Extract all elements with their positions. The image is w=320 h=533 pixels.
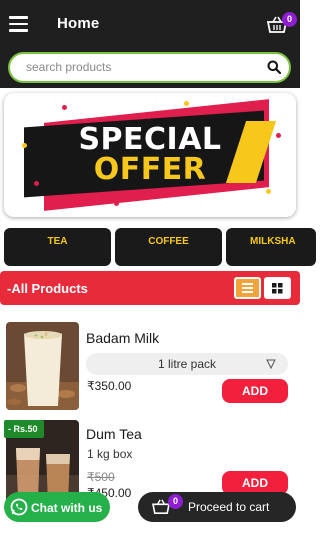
confetti-dot <box>266 189 271 194</box>
confetti-dot <box>62 105 67 110</box>
proceed-to-cart-button[interactable]: 0 Proceed to cart <box>138 492 296 522</box>
variant-value: 1 litre pack <box>157 357 217 371</box>
whatsapp-chat-button[interactable]: Chat with us <box>4 492 110 522</box>
product-unit: 1 kg box <box>87 447 133 461</box>
special-offer-banner[interactable]: SPECIAL OFFER <box>4 93 296 217</box>
badam-milk-image <box>6 322 79 410</box>
original-price: ₹500 <box>87 470 115 484</box>
menu-icon[interactable] <box>9 16 28 32</box>
grid-icon <box>272 283 283 294</box>
dropdown-arrow-icon <box>266 359 276 369</box>
product-price: ₹350.00 <box>87 379 132 393</box>
page-title: Home <box>57 15 100 32</box>
category-tea[interactable]: TEA <box>4 228 111 266</box>
search-icon[interactable] <box>267 60 281 74</box>
banner-line-2: OFFER <box>93 152 207 187</box>
cart-count-badge: 0 <box>168 494 183 509</box>
search-box <box>8 52 291 83</box>
list-view-button[interactable] <box>234 277 261 299</box>
all-products-label: -All Products <box>7 281 88 296</box>
product-card[interactable]: Badam Milk 1 litre pack ₹350.00 ADD <box>0 322 300 416</box>
proceed-label: Proceed to cart <box>188 500 270 514</box>
search-bar-container <box>0 50 300 88</box>
confetti-dot <box>184 101 189 106</box>
category-milkshake[interactable]: MILKSHA <box>226 228 316 266</box>
list-icon <box>242 283 253 293</box>
app-header: Home 0 <box>0 0 300 50</box>
grid-view-button[interactable] <box>264 277 291 299</box>
whatsapp-label: Chat with us <box>31 501 103 515</box>
product-name: Badam Milk <box>86 330 160 346</box>
confetti-dot <box>114 201 119 206</box>
discount-badge: - Rs.50 <box>4 420 44 438</box>
search-input[interactable] <box>26 60 256 74</box>
cart-count-badge: 0 <box>282 12 297 27</box>
cart-button[interactable]: 0 <box>265 12 297 38</box>
product-name: Dum Tea <box>86 426 142 442</box>
category-coffee[interactable]: COFFEE <box>115 228 222 266</box>
all-products-bar: -All Products <box>0 271 300 305</box>
category-tabs: TEA COFFEE MILKSHA <box>0 228 316 268</box>
whatsapp-icon <box>10 498 28 516</box>
variant-dropdown[interactable]: 1 litre pack <box>86 353 288 375</box>
add-to-cart-button[interactable]: ADD <box>222 379 288 403</box>
